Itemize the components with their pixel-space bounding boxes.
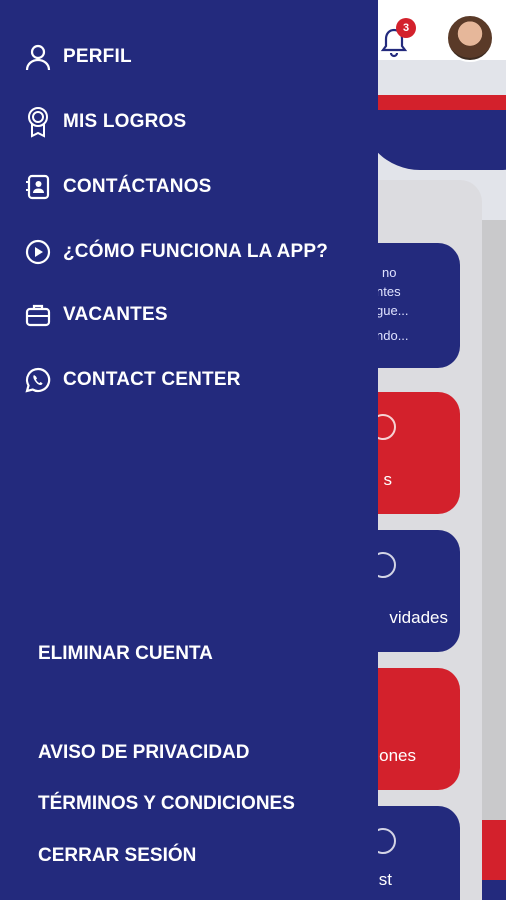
avatar[interactable] (446, 14, 494, 62)
terms-link[interactable]: TÉRMINOS Y CONDICIONES (38, 793, 295, 815)
person-icon (24, 43, 52, 71)
menu-item-label: CONTÁCTANOS (63, 176, 212, 197)
menu-item-label: PERFIL (63, 46, 132, 67)
contact-book-icon (24, 173, 52, 201)
logout-link[interactable]: CERRAR SESIÓN (38, 845, 196, 867)
notification-badge: 3 (396, 18, 416, 38)
menu-item-contact-center[interactable]: CONTACT CENTER (24, 363, 241, 397)
menu-item-vacantes[interactable]: VACANTES (24, 298, 168, 332)
category-card-label: ones (379, 746, 416, 765)
menu-item-label: CONTACT CENTER (63, 369, 241, 390)
menu-item-como-funciona[interactable]: ¿CÓMO FUNCIONA LA APP? (24, 235, 328, 269)
whatsapp-icon (24, 366, 52, 394)
menu-item-label: ¿CÓMO FUNCIONA LA APP? (63, 241, 329, 262)
delete-account-link[interactable]: ELIMINAR CUENTA (38, 643, 213, 665)
menu-item-label: VACANTES (63, 304, 168, 325)
menu-item-perfil[interactable]: PERFIL (24, 40, 132, 74)
category-card-label: st (378, 870, 392, 889)
menu-item-mis-logros[interactable]: MIS LOGROS (24, 105, 186, 139)
briefcase-icon (24, 301, 52, 329)
menu-item-label: MIS LOGROS (63, 111, 187, 132)
medal-icon (24, 107, 52, 138)
menu-item-contactanos[interactable]: CONTÁCTANOS (24, 170, 212, 204)
navigation-drawer: PERFIL MIS LOGROS CONTÁCTANOS ¿CÓMO FUNC… (0, 0, 378, 900)
decorative-strip-blue (482, 880, 506, 900)
play-circle-icon (24, 238, 52, 266)
category-card-label: s (383, 470, 393, 489)
privacy-notice-link[interactable]: AVISO DE PRIVACIDAD (38, 742, 250, 764)
category-card-label: vidades (389, 608, 448, 627)
